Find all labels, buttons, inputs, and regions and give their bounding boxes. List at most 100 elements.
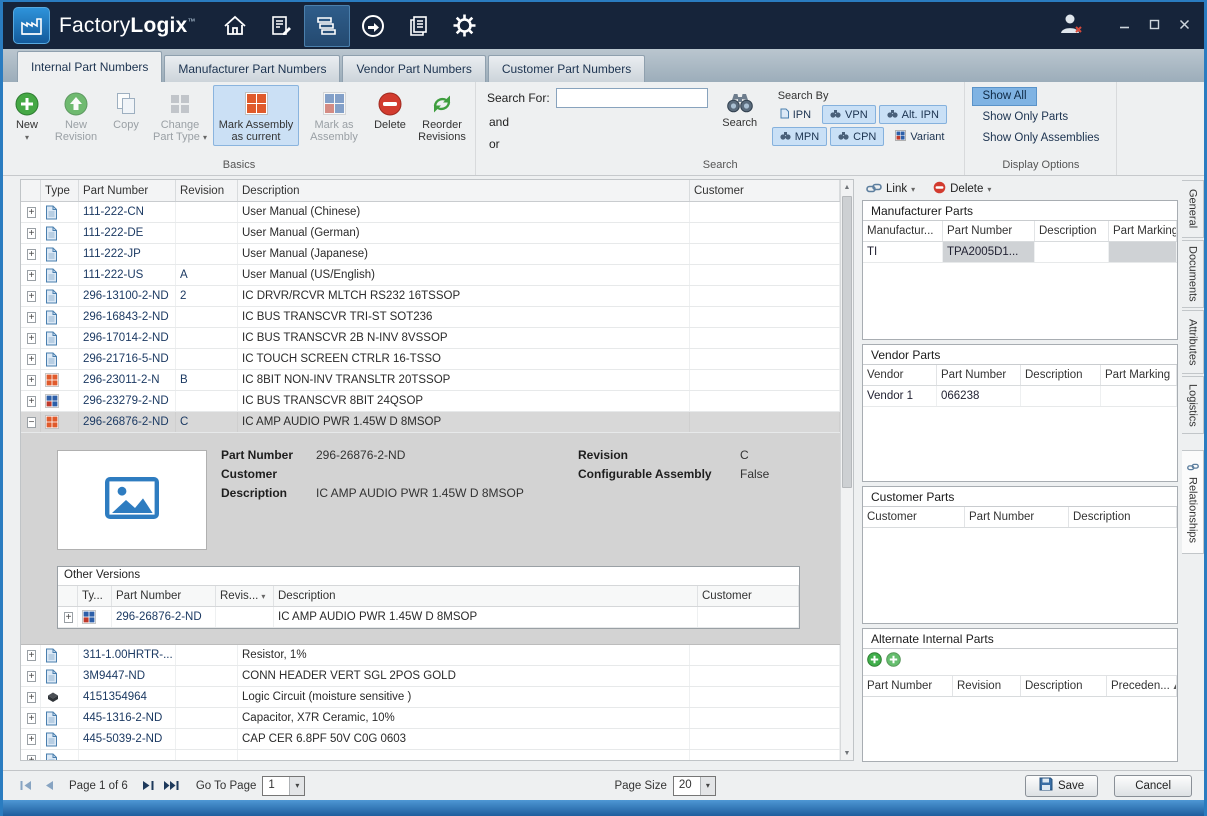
column-header-type[interactable]: Ty... <box>78 586 112 606</box>
part-row[interactable]: +296-26876-2-NDIC AMP AUDIO PWR 1.45W D … <box>58 607 799 628</box>
tab-relationships[interactable]: Relationships <box>1182 450 1204 554</box>
column-header[interactable]: Part Number <box>863 676 953 696</box>
part-row[interactable]: +311-1.00HRTR-...Resistor, 1% <box>21 645 840 666</box>
column-header-description[interactable]: Description <box>238 180 690 201</box>
cancel-button[interactable]: Cancel <box>1114 775 1192 797</box>
expand-toggle[interactable]: + <box>21 286 41 306</box>
expand-toggle[interactable]: + <box>21 391 41 411</box>
column-header-customer[interactable]: Customer <box>698 586 799 606</box>
column-header[interactable]: Preceden...▲ <box>1107 676 1177 696</box>
new-revision-button[interactable]: New Revision <box>49 85 103 146</box>
production-icon[interactable] <box>258 5 304 47</box>
column-header-revision[interactable]: Revis...▾ <box>216 586 274 606</box>
tab-customer-part-numbers[interactable]: Customer Part Numbers <box>488 55 645 82</box>
delete-button[interactable]: Delete <box>369 85 411 133</box>
variant-toggle[interactable]: Variant <box>887 127 952 146</box>
tab-general[interactable]: General <box>1182 180 1204 238</box>
column-header[interactable]: Part Marking <box>1101 365 1177 385</box>
ipn-toggle[interactable]: IPN <box>772 105 819 124</box>
column-header[interactable]: Description <box>1021 676 1107 696</box>
column-header[interactable]: Description <box>1069 507 1177 527</box>
settings-icon[interactable] <box>442 5 488 47</box>
mpn-toggle[interactable]: MPN <box>772 127 827 146</box>
expand-toggle[interactable]: + <box>58 607 78 627</box>
add-alternate-group-icon[interactable] <box>886 652 901 672</box>
close-icon[interactable] <box>1179 17 1190 35</box>
user-icon[interactable] <box>1058 11 1085 40</box>
part-row[interactable]: +4151354964Logic Circuit (moisture sensi… <box>21 687 840 708</box>
dispatch-icon[interactable] <box>350 5 396 47</box>
column-header[interactable]: Part Marking <box>1109 221 1177 241</box>
part-row[interactable]: +296-17014-2-NDIC BUS TRANSCVR 2B N-INV … <box>21 328 840 349</box>
reorder-revisions-button[interactable]: Reorder Revisions <box>413 85 471 146</box>
expand-toggle[interactable]: − <box>21 412 41 432</box>
new-button[interactable]: New▾ <box>7 85 47 146</box>
column-header-part-number[interactable]: Part Number <box>79 180 176 201</box>
column-header-description[interactable]: Description <box>274 586 698 606</box>
column-header[interactable]: Part Number <box>943 221 1035 241</box>
scroll-up-icon[interactable]: ▲ <box>841 180 853 194</box>
expand-toggle[interactable]: + <box>21 307 41 327</box>
part-row[interactable]: +445-5039-2-NDCAP CER 6.8PF 50V C0G 0603 <box>21 729 840 750</box>
tab-logistics[interactable]: Logistics <box>1182 376 1204 434</box>
column-header[interactable]: Revision <box>953 676 1021 696</box>
part-row[interactable]: +296-16843-2-NDIC BUS TRANSCVR TRI-ST SO… <box>21 307 840 328</box>
scroll-down-icon[interactable]: ▼ <box>841 746 853 760</box>
tab-manufacturer-part-numbers[interactable]: Manufacturer Part Numbers <box>164 55 340 82</box>
column-header-revision[interactable]: Revision <box>176 180 238 201</box>
expand-toggle[interactable]: + <box>21 244 41 264</box>
column-header[interactable]: Description <box>1035 221 1109 241</box>
expand-toggle[interactable]: + <box>21 666 41 686</box>
column-header[interactable]: Description <box>1021 365 1101 385</box>
part-row[interactable]: +296-23011-2-NBIC 8BIT NON-INV TRANSLTR … <box>21 370 840 391</box>
save-button[interactable]: Save <box>1025 775 1098 797</box>
documents-icon[interactable] <box>396 5 442 47</box>
part-row[interactable]: +111-222-CNUser Manual (Chinese) <box>21 202 840 223</box>
alt-ipn-toggle[interactable]: Alt. IPN <box>879 105 947 124</box>
column-header[interactable]: Manufactur... <box>863 221 943 241</box>
goto-page-select[interactable]: 1 ▾ <box>262 776 305 796</box>
search-input[interactable] <box>556 88 708 108</box>
maximize-icon[interactable] <box>1149 17 1160 35</box>
part-row[interactable]: +111-222-USAUser Manual (US/English) <box>21 265 840 286</box>
expand-toggle[interactable]: + <box>21 750 41 761</box>
expand-toggle[interactable]: + <box>21 370 41 390</box>
part-row[interactable]: +296-13100-2-ND2IC DRVR/RCVR MLTCH RS232… <box>21 286 840 307</box>
expand-toggle[interactable]: + <box>21 645 41 665</box>
minimize-icon[interactable] <box>1119 17 1130 35</box>
mark-assembly-current-button[interactable]: Mark Assembly as current <box>213 85 299 146</box>
part-row[interactable]: +445-1316-2-NDCapacitor, X7R Ceramic, 10… <box>21 708 840 729</box>
part-image-placeholder[interactable] <box>57 450 207 550</box>
show-all-option[interactable]: Show All <box>972 87 1036 106</box>
part-row[interactable]: + <box>21 750 840 761</box>
column-header[interactable]: Part Number <box>937 365 1021 385</box>
expand-toggle[interactable]: + <box>21 223 41 243</box>
tab-attributes[interactable]: Attributes <box>1182 310 1204 374</box>
scrollbar-thumb[interactable] <box>842 196 852 488</box>
expand-toggle[interactable]: + <box>21 328 41 348</box>
expand-toggle[interactable]: + <box>21 729 41 749</box>
search-button[interactable]: Search <box>718 88 762 129</box>
part-row[interactable]: +111-222-JPUser Manual (Japanese) <box>21 244 840 265</box>
page-size-select[interactable]: 20 ▾ <box>673 776 716 796</box>
link-button[interactable]: Link▾ <box>866 182 915 197</box>
part-row[interactable]: +296-23279-2-NDIC BUS TRANSCVR 8BIT 24QS… <box>21 391 840 412</box>
part-row[interactable]: −296-26876-2-NDCIC AMP AUDIO PWR 1.45W D… <box>21 412 840 433</box>
expand-toggle[interactable]: + <box>21 708 41 728</box>
expand-toggle[interactable]: + <box>21 265 41 285</box>
show-only-assemblies-option[interactable]: Show Only Assemblies <box>972 129 1109 148</box>
copy-button[interactable]: Copy <box>105 85 147 133</box>
show-only-parts-option[interactable]: Show Only Parts <box>972 108 1078 127</box>
column-header-part-number[interactable]: Part Number <box>112 586 216 606</box>
column-header[interactable]: Part Number <box>965 507 1069 527</box>
cpn-toggle[interactable]: CPN <box>830 127 884 146</box>
first-page-icon[interactable] <box>17 778 34 794</box>
expand-toggle[interactable]: + <box>21 687 41 707</box>
mark-as-assembly-button[interactable]: Mark as Assembly <box>301 85 367 146</box>
table-row[interactable]: TITPA2005D1... <box>863 242 1177 263</box>
part-row[interactable]: +296-21716-5-NDIC TOUCH SCREEN CTRLR 16-… <box>21 349 840 370</box>
next-page-icon[interactable] <box>140 778 157 794</box>
column-header-customer[interactable]: Customer <box>690 180 840 201</box>
expand-toggle[interactable]: + <box>21 202 41 222</box>
tab-documents[interactable]: Documents <box>1182 240 1204 308</box>
